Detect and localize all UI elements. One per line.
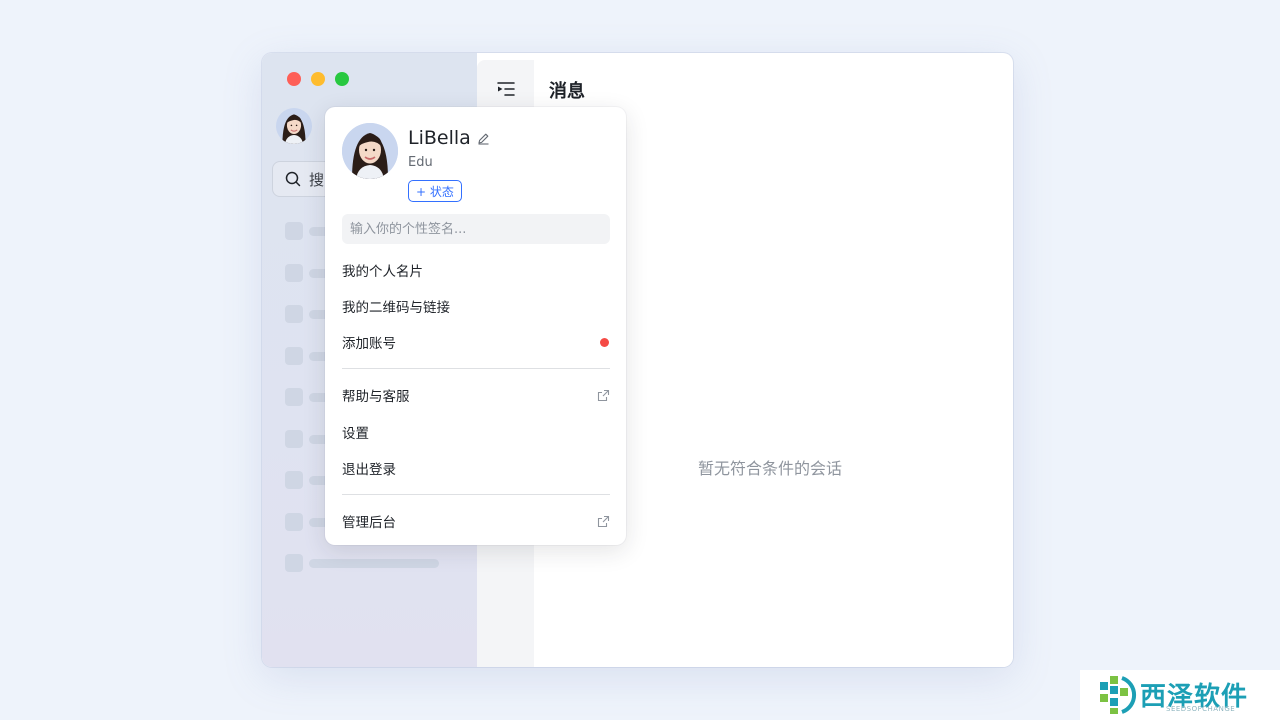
placeholder-avatar	[285, 554, 303, 572]
menu-item-label: 我的个人名片	[342, 264, 423, 280]
user-avatar-image	[276, 108, 312, 144]
menu-item-label: 帮助与客服	[342, 389, 410, 405]
maximize-window-button[interactable]	[335, 72, 349, 86]
search-label: 搜	[309, 170, 325, 189]
menu-item-qr-code[interactable]: 我的二维码与链接	[342, 292, 610, 320]
placeholder-avatar	[285, 471, 303, 489]
menu-item-label: 退出登录	[342, 462, 396, 478]
window-controls	[287, 72, 349, 86]
menu-item-logout[interactable]: 退出登录	[342, 454, 610, 482]
external-link-icon	[597, 515, 610, 527]
edit-pencil-icon[interactable]	[477, 132, 490, 145]
menu-item-label: 管理后台	[342, 515, 396, 531]
menu-item-add-account[interactable]: 添加账号	[342, 328, 610, 356]
profile-name: LiBella	[408, 127, 471, 149]
watermark-subtext: SEEDSOFCHANGE	[1166, 705, 1236, 713]
menu-item-business-card[interactable]: 我的个人名片	[342, 256, 610, 284]
user-avatar-image	[342, 123, 398, 179]
placeholder-avatar	[285, 388, 303, 406]
menu-item-settings[interactable]: 设置	[342, 418, 610, 446]
menu-divider	[342, 494, 610, 495]
placeholder-avatar	[285, 512, 303, 531]
profile-avatar[interactable]	[342, 123, 398, 179]
placeholder-avatar	[285, 429, 303, 448]
page-title: 消息	[549, 81, 585, 102]
placeholder-avatar	[285, 263, 303, 282]
profile-name-row: LiBella	[408, 127, 490, 149]
minimize-window-button[interactable]	[311, 72, 325, 86]
close-window-button[interactable]	[287, 72, 301, 86]
signature-input[interactable]	[342, 214, 610, 244]
sidebar-toggle-icon	[497, 82, 515, 96]
menu-item-admin-console[interactable]: 管理后台	[342, 507, 610, 535]
empty-state-text: 暂无符合条件的会话	[698, 459, 843, 478]
placeholder-avatar	[285, 222, 303, 240]
watermark: 西泽软件 SEEDSOFCHANGE	[1080, 670, 1280, 720]
menu-item-help[interactable]: 帮助与客服	[342, 381, 610, 409]
profile-menu: LiBella Edu + 状态 我的个人名片 我的二维码与链接 添加账号 帮助…	[325, 107, 626, 545]
watermark-logo-icon	[1100, 676, 1137, 714]
menu-item-label: 我的二维码与链接	[342, 300, 450, 316]
menu-item-label: 添加账号	[342, 336, 396, 352]
search-icon	[285, 171, 301, 187]
avatar[interactable]	[276, 108, 312, 144]
collapse-sidebar-button[interactable]	[496, 80, 516, 98]
menu-divider	[342, 368, 610, 369]
notification-dot	[600, 337, 609, 347]
placeholder-avatar	[285, 346, 303, 365]
external-link-icon	[597, 389, 610, 401]
placeholder-text	[309, 559, 439, 568]
profile-organization: Edu	[408, 155, 433, 170]
placeholder-avatar	[285, 305, 303, 323]
menu-item-label: 设置	[342, 426, 369, 442]
add-status-button[interactable]: + 状态	[408, 180, 462, 202]
